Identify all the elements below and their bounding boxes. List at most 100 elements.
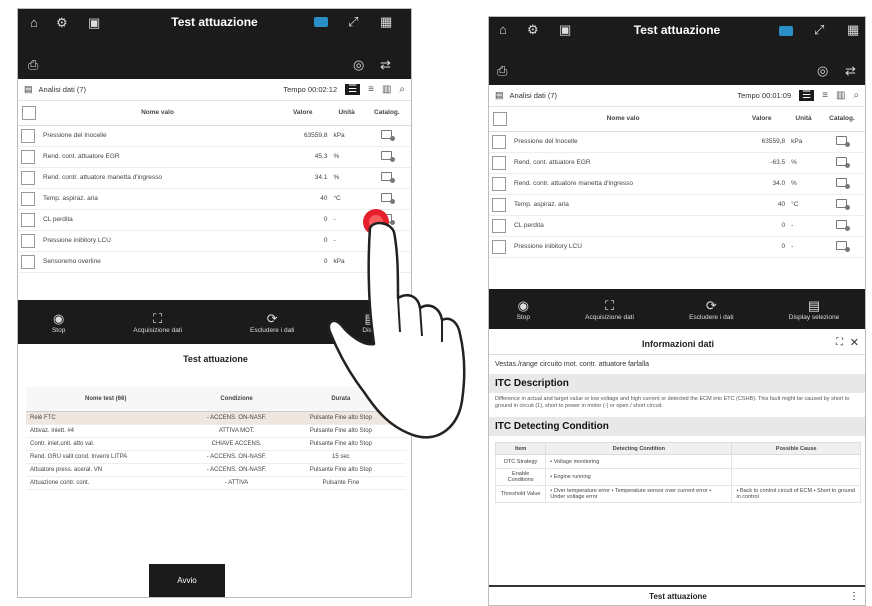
- graph-icon[interactable]: [381, 172, 396, 183]
- view-list-icon[interactable]: ≡: [822, 90, 828, 101]
- view-chart-icon[interactable]: ▥: [382, 84, 391, 95]
- row-checkbox[interactable]: [21, 128, 35, 143]
- row-unit: %: [330, 146, 363, 168]
- action-display-button[interactable]: ▤ Display selezione: [789, 298, 840, 321]
- info-panel-title: Informazioni dati: [642, 339, 714, 349]
- section-label: Analisi dati (7): [509, 91, 558, 100]
- row-checkbox[interactable]: [492, 218, 506, 233]
- refresh-icon: ⟳: [266, 310, 278, 326]
- col-name[interactable]: Nome valo: [511, 107, 736, 132]
- col-unit[interactable]: Unità: [788, 107, 819, 132]
- action-stop-button[interactable]: ◉ Stop: [52, 311, 65, 334]
- graph-icon[interactable]: [836, 136, 851, 147]
- settings-icon[interactable]: ◎: [353, 57, 364, 73]
- col-catalog[interactable]: Catalog.: [818, 107, 865, 132]
- view-chart-icon[interactable]: ▥: [836, 90, 845, 101]
- table-row[interactable]: Attuazione contr. cont. - ATTIVA Pulsante …: [26, 476, 406, 490]
- view-list-icon[interactable]: ≡: [368, 84, 374, 95]
- graph-icon[interactable]: [836, 178, 851, 189]
- exit-icon[interactable]: ⇄: [845, 63, 856, 79]
- row-value: 0: [735, 236, 789, 258]
- table-row[interactable]: Rend. cont. attuatore EGR -63.5%: [489, 152, 865, 174]
- action-label: Display selezione: [788, 313, 840, 321]
- start-button[interactable]: Avvio: [149, 564, 225, 597]
- row-checkbox[interactable]: [21, 233, 35, 248]
- row-value: 45.3: [275, 146, 331, 168]
- search-icon[interactable]: ⌕: [399, 84, 405, 95]
- table-row: DTC Strategy • Voltage monitoring: [494, 454, 861, 469]
- col-name[interactable]: Nome valo: [40, 101, 275, 126]
- vci-status-icon: [779, 26, 793, 36]
- select-all-checkbox[interactable]: [22, 105, 36, 120]
- view-grid-icon[interactable]: ☰: [345, 84, 361, 95]
- row-name: CL perdita: [40, 209, 275, 231]
- graph-icon[interactable]: [836, 157, 851, 168]
- table-row[interactable]: CL perdita 0-: [489, 215, 865, 237]
- list-icon[interactable]: ▤: [495, 90, 504, 101]
- col-value[interactable]: Valore: [275, 101, 331, 126]
- col-test-name[interactable]: Nome test (66): [26, 387, 186, 412]
- graph-icon[interactable]: [381, 130, 396, 141]
- menu-icon[interactable]: ▦: [847, 22, 859, 38]
- action-capture-button[interactable]: ⛶ Acquisizione dati: [133, 311, 182, 334]
- row-checkbox[interactable]: [21, 254, 35, 269]
- bottom-title: Test attuazione: [649, 592, 707, 601]
- close-icon[interactable]: ✕: [850, 336, 859, 349]
- action-refresh-button[interactable]: ⟳ Escludere i dati: [250, 311, 294, 334]
- action-label: Stop: [516, 313, 530, 321]
- col-value[interactable]: Valore: [735, 107, 789, 132]
- row-value: -63.5: [735, 152, 789, 174]
- graph-icon[interactable]: [836, 241, 851, 252]
- refresh-icon: ⟳: [705, 297, 717, 313]
- test-name: Attivaz. iniett. #4: [26, 424, 186, 438]
- test-condition: - ACCENS. ON-NASF.: [185, 450, 288, 464]
- row-checkbox[interactable]: [21, 212, 35, 227]
- col-catalog[interactable]: Catalog.: [362, 101, 411, 126]
- view-grid-icon[interactable]: ☰: [799, 90, 815, 101]
- print-icon[interactable]: ⎙: [28, 57, 38, 73]
- row-unit: %: [788, 152, 819, 174]
- test-condition: - ACCENS. ON-NASF.: [185, 463, 288, 477]
- graph-icon[interactable]: [836, 220, 851, 231]
- menu-icon[interactable]: ▦: [380, 14, 392, 30]
- row-checkbox[interactable]: [21, 170, 35, 185]
- col-condition[interactable]: Condizione: [185, 387, 288, 412]
- row-checkbox[interactable]: [492, 155, 506, 170]
- table-row[interactable]: Temp. aspiraz. aria 40 °C: [489, 194, 865, 216]
- action-label: Stop: [51, 326, 66, 334]
- print-icon[interactable]: ⎙: [497, 63, 507, 79]
- row-checkbox[interactable]: [492, 239, 506, 254]
- table-row[interactable]: Attuatore press. aceral. VN - ACCENS. ON-…: [26, 463, 406, 477]
- exit-icon[interactable]: ⇄: [380, 57, 391, 73]
- cond-cause: [731, 454, 861, 469]
- table-row[interactable]: Pressione del Inocelle 63559,8 kPa: [18, 125, 411, 147]
- dtc-condition-heading: ITC Detecting Condition: [489, 417, 865, 436]
- row-checkbox[interactable]: [21, 149, 35, 164]
- action-capture-button[interactable]: ⛶ Acquisizione dati: [585, 298, 634, 321]
- row-value: 63559,8: [735, 131, 789, 153]
- display-icon: ▤: [807, 297, 821, 313]
- section-label: Analisi dati (7): [38, 85, 87, 94]
- search-icon[interactable]: ⌕: [853, 90, 859, 101]
- table-row[interactable]: Pressione inibitory LCU 0-: [489, 236, 865, 258]
- action-refresh-button[interactable]: ⟳ Escludere i dati: [689, 298, 733, 321]
- graph-icon[interactable]: [381, 151, 396, 162]
- table-row[interactable]: Pressione del Inocelle 63559,8 kPa: [489, 131, 865, 153]
- expand-icon[interactable]: ⛶: [836, 337, 843, 348]
- settings-icon[interactable]: ◎: [817, 63, 828, 79]
- col-unit[interactable]: Unità: [330, 101, 363, 126]
- table-row[interactable]: Rend. contr. attuatore manetta d'ingress…: [18, 167, 411, 189]
- graph-icon[interactable]: [836, 199, 851, 210]
- row-checkbox[interactable]: [492, 176, 506, 191]
- list-icon[interactable]: ▤: [24, 84, 33, 95]
- row-checkbox[interactable]: [492, 197, 506, 212]
- row-checkbox[interactable]: [21, 191, 35, 206]
- collapse-icon[interactable]: ⋮: [849, 591, 859, 602]
- table-row[interactable]: Rend. cont. attuatore EGR 45.3%: [18, 146, 411, 168]
- select-all-checkbox[interactable]: [493, 111, 507, 126]
- fullscreen-icon[interactable]: ⤢: [348, 14, 358, 30]
- action-stop-button[interactable]: ◉ Stop: [517, 298, 530, 321]
- row-checkbox[interactable]: [492, 134, 506, 149]
- table-row[interactable]: Rend. contr. attuatore manetta d'ingress…: [489, 173, 865, 195]
- fullscreen-icon[interactable]: ⤢: [814, 22, 824, 38]
